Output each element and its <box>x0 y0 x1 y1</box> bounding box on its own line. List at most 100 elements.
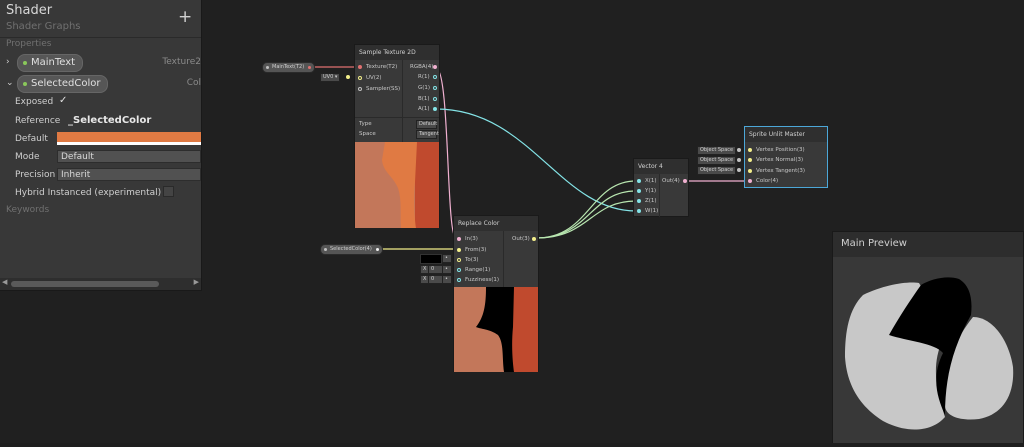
uv-port-dot-icon[interactable] <box>346 75 350 79</box>
port-dot-icon <box>433 86 437 90</box>
to-color-field[interactable] <box>420 254 442 264</box>
port-dot-icon <box>358 65 362 69</box>
output-port-a[interactable]: A(1) <box>418 106 437 113</box>
property-node-label: MainText(T2) <box>272 64 305 70</box>
property-name: MainText <box>31 57 76 68</box>
node-title[interactable]: Sample Texture 2D <box>355 45 439 60</box>
reference-field[interactable]: _SelectedColor <box>68 115 151 126</box>
input-port-texture[interactable]: Texture(T2) <box>358 64 397 71</box>
port-label: From(3) <box>465 247 487 253</box>
port-dot-icon <box>683 179 687 183</box>
input-port-from[interactable]: From(3) <box>457 247 486 254</box>
expand-arrow-icon[interactable]: › <box>6 57 10 67</box>
main-preview-panel[interactable]: Main Preview <box>832 231 1024 443</box>
node-divider <box>659 174 660 217</box>
port-dot-icon <box>457 258 461 262</box>
uv-channel-dropdown[interactable]: UV0 ▾ <box>320 73 341 82</box>
output-port-rgba[interactable]: RGBA(4) <box>410 64 437 71</box>
scroll-right-icon[interactable]: ▶ <box>194 278 199 286</box>
property-pill-maintext[interactable]: MainText <box>17 54 84 72</box>
port-dot-icon <box>457 237 461 241</box>
vertex-position-space-chip[interactable]: Object Space <box>697 146 737 155</box>
replace-color-node[interactable]: Replace Color In(3) From(3) To(3) Range(… <box>453 215 539 372</box>
input-port-vertex-tangent[interactable]: Vertex Tangent(3) <box>748 168 805 175</box>
port-dot-icon <box>637 209 641 213</box>
input-port-w[interactable]: W(1) <box>637 208 658 215</box>
fuzziness-port-icon[interactable]: • <box>442 275 452 284</box>
output-port-b[interactable]: B(1) <box>418 96 437 103</box>
node-title[interactable]: Sprite Unlit Master <box>745 127 827 142</box>
input-port-z[interactable]: Z(1) <box>637 198 657 205</box>
property-node-label: SelectedColor(4) <box>330 246 372 252</box>
node-title[interactable]: Replace Color <box>454 216 538 231</box>
vertex-tangent-space-chip[interactable]: Object Space <box>697 166 737 175</box>
blackboard-panel[interactable]: Shader Shader Graphs + Properties › Main… <box>0 0 202 291</box>
scroll-left-icon[interactable]: ◀ <box>2 278 7 286</box>
to-color-picker-icon[interactable]: • <box>442 254 452 263</box>
precision-dropdown[interactable]: Inherit <box>57 168 201 181</box>
port-dot-icon <box>433 97 437 101</box>
port-label: UV(2) <box>366 75 382 81</box>
scroll-thumb[interactable] <box>11 281 159 287</box>
input-port-in[interactable]: In(3) <box>457 236 478 243</box>
uv-chip-label: UV0 ▾ <box>323 74 338 80</box>
port-label: In(3) <box>465 236 478 242</box>
input-port-sampler[interactable]: Sampler(SS) <box>358 86 400 93</box>
vector4-node[interactable]: Vector 4 X(1) Y(1) Z(1) W(1) Out(4) <box>633 158 689 217</box>
mode-label: Mode <box>15 152 40 162</box>
property-dot-icon <box>324 248 327 251</box>
input-port-x[interactable]: X(1) <box>637 178 657 185</box>
maintext-property-node[interactable]: MainText(T2) <box>262 62 316 73</box>
property-pill-selectedcolor[interactable]: SelectedColor <box>17 75 109 93</box>
add-property-button[interactable]: + <box>178 9 192 26</box>
input-port-to[interactable]: To(3) <box>457 257 479 264</box>
exposed-checkbox[interactable]: ✓ <box>59 95 67 106</box>
default-label: Default <box>15 134 48 144</box>
sprite-unlit-master-node[interactable]: Sprite Unlit Master Vertex Position(3) V… <box>744 126 828 188</box>
port-label: Vertex Position(3) <box>756 147 805 153</box>
output-port-out[interactable]: Out(4) <box>662 178 687 185</box>
mode-dropdown[interactable]: Default <box>57 150 201 163</box>
output-port-icon[interactable] <box>308 66 312 69</box>
input-port-range[interactable]: Range(1) <box>457 267 490 274</box>
space-label: Space <box>359 131 376 137</box>
output-port-r[interactable]: R(1) <box>418 74 437 81</box>
output-port-out[interactable]: Out(3) <box>512 236 536 243</box>
main-preview-viewport[interactable] <box>833 257 1023 443</box>
default-color-swatch[interactable] <box>57 132 201 142</box>
node-divider <box>355 117 439 118</box>
input-port-uv[interactable]: UV(2) <box>358 75 382 82</box>
property-row-maintext[interactable]: › MainText Texture2 <box>0 54 201 72</box>
port-label: Fuzziness(1) <box>465 277 500 283</box>
range-port-icon[interactable]: • <box>442 265 452 274</box>
input-port-vertex-normal[interactable]: Vertex Normal(3) <box>748 157 803 164</box>
space-dropdown[interactable]: Tangent <box>416 130 439 139</box>
hybrid-checkbox[interactable] <box>163 186 174 197</box>
type-dropdown[interactable]: Default <box>416 120 437 129</box>
space-port-icon[interactable] <box>737 168 741 172</box>
port-dot-icon <box>748 148 752 152</box>
port-label: A(1) <box>418 106 430 112</box>
default-alpha-bar <box>57 142 201 145</box>
port-label: Out(4) <box>662 178 680 184</box>
collapse-arrow-icon[interactable]: ⌄ <box>6 78 14 88</box>
property-name: SelectedColor <box>31 78 101 89</box>
property-type: Texture2 <box>162 57 201 67</box>
output-port-g[interactable]: G(1) <box>418 85 437 92</box>
selectedcolor-property-node[interactable]: SelectedColor(4) <box>320 244 383 255</box>
hybrid-label: Hybrid Instanced (experimental) <box>15 188 162 198</box>
replace-color-preview <box>454 287 538 372</box>
port-label: Color(4) <box>756 178 779 184</box>
space-port-icon[interactable] <box>737 148 741 152</box>
input-port-fuzziness[interactable]: Fuzziness(1) <box>457 277 499 284</box>
sample-texture-node[interactable]: Sample Texture 2D Texture(T2) UV(2) Samp… <box>354 44 440 228</box>
node-title[interactable]: Vector 4 <box>634 159 688 174</box>
input-port-color[interactable]: Color(4) <box>748 178 778 185</box>
input-port-y[interactable]: Y(1) <box>637 188 656 195</box>
space-port-icon[interactable] <box>737 158 741 162</box>
property-row-selectedcolor[interactable]: ⌄ SelectedColor Col <box>0 75 201 93</box>
vertex-normal-space-chip[interactable]: Object Space <box>697 156 737 165</box>
blackboard-scrollbar[interactable]: ◀ ▶ <box>0 278 201 290</box>
output-port-icon[interactable] <box>375 248 379 251</box>
input-port-vertex-position[interactable]: Vertex Position(3) <box>748 147 805 154</box>
